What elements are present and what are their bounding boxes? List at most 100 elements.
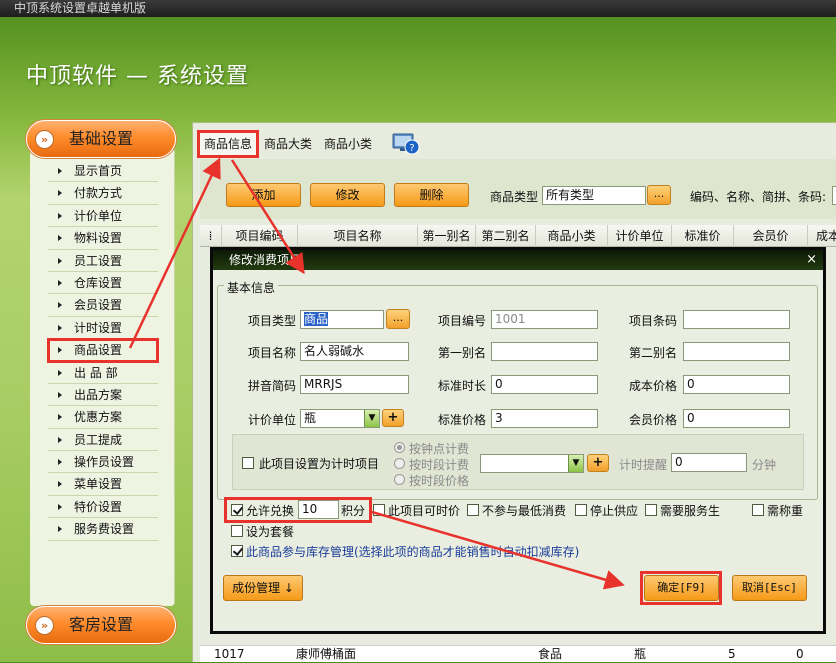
radio-hourly[interactable] xyxy=(394,442,405,453)
reminder-input[interactable]: 0 xyxy=(671,453,747,472)
sidebar-item-label: 操作员设置 xyxy=(74,455,135,470)
cost-price-input[interactable]: 0 xyxy=(683,375,790,394)
alias1-input[interactable] xyxy=(491,342,598,361)
chevron-down-icon[interactable]: ▼ xyxy=(568,455,583,472)
item-name-label: 项目名称 xyxy=(248,346,297,360)
edit-button[interactable]: 修改 xyxy=(310,183,385,207)
tab-product-category[interactable]: 商品大类 xyxy=(258,131,318,157)
triangle-right-icon xyxy=(58,168,62,174)
close-icon[interactable]: × xyxy=(806,250,817,270)
chevron-down-icon[interactable]: ▼ xyxy=(364,410,379,427)
sidebar-item-label: 计价单位 xyxy=(74,208,123,223)
sidebar-item[interactable]: 服务费设置 xyxy=(48,518,158,541)
std-duration-input[interactable]: 0 xyxy=(491,375,598,394)
alias2-input[interactable] xyxy=(683,342,790,361)
add-button[interactable]: 添加 xyxy=(226,183,301,207)
product-type-browse-button[interactable]: ... xyxy=(647,185,671,205)
barcode-label: 项目条码 xyxy=(629,314,678,328)
std-price-label: 标准价格 xyxy=(438,413,487,427)
sidebar-item[interactable]: 员工设置 xyxy=(48,250,158,272)
table-row[interactable]: 1017 康师傅桶面 食品 瓶 5 0 xyxy=(200,645,836,662)
item-name-input[interactable]: 名人弱碱水 xyxy=(300,342,409,361)
inventory-checkbox[interactable] xyxy=(231,545,243,557)
col-cost[interactable]: 成本 xyxy=(808,225,836,247)
sidebar-item[interactable]: 操作员设置 xyxy=(48,451,158,474)
col-subcategory[interactable]: 商品小类 xyxy=(536,225,608,247)
search-input[interactable] xyxy=(832,186,836,205)
col-member-price[interactable]: 会员价 xyxy=(734,225,808,247)
item-type-value: 商品 xyxy=(304,312,329,326)
unit-value: 瓶 xyxy=(304,411,317,425)
radio-hourly-label: 按钟点计费 xyxy=(409,442,470,456)
triangle-right-icon xyxy=(58,526,62,533)
col-std-price[interactable]: 标准价 xyxy=(672,225,734,247)
alias2-label: 第二别名 xyxy=(629,346,678,360)
triangle-right-icon xyxy=(58,391,62,398)
sidebar-item-label: 菜单设置 xyxy=(74,477,123,492)
stop-supply-checkbox[interactable] xyxy=(575,504,587,516)
need-service-checkbox[interactable] xyxy=(645,504,657,516)
triangle-right-icon xyxy=(58,481,62,488)
time-price-checkbox[interactable] xyxy=(373,504,385,516)
set-meal-checkbox[interactable] xyxy=(231,525,243,537)
sidebar-item[interactable]: 计时设置 xyxy=(48,317,158,340)
tab-product-info[interactable]: 商品信息 xyxy=(196,130,260,158)
sidebar-item[interactable]: 显示首页 xyxy=(48,160,158,183)
sidebar-item[interactable]: 仓库设置 xyxy=(48,272,158,295)
sidebar-item-label: 付款方式 xyxy=(74,186,123,201)
item-type-input[interactable]: 商品 xyxy=(300,310,384,329)
col-unit[interactable]: 计价单位 xyxy=(608,225,672,247)
sidebar-item[interactable]: 菜单设置 xyxy=(48,473,158,496)
cell-code: 1017 xyxy=(214,647,245,661)
highlight-allow-exchange xyxy=(224,497,372,523)
std-price-input[interactable]: 3 xyxy=(491,409,598,428)
item-type-browse-button[interactable]: ... xyxy=(386,309,410,329)
radio-period[interactable] xyxy=(394,458,405,469)
item-code-input[interactable]: 1001 xyxy=(491,310,598,329)
section-basic-settings[interactable]: » 基础设置 xyxy=(26,120,176,158)
col-alias2[interactable]: 第二别名 xyxy=(476,225,536,247)
add-timing-button[interactable]: + xyxy=(587,454,609,472)
triangle-right-icon xyxy=(58,235,62,242)
barcode-input[interactable] xyxy=(683,310,790,329)
std-duration-label: 标准时长 xyxy=(438,379,487,393)
highlight-ok-button xyxy=(640,571,722,605)
sidebar-item[interactable]: 付款方式 xyxy=(48,182,158,205)
pinyin-input[interactable]: MRRJS xyxy=(300,375,409,394)
sidebar-item[interactable]: 优惠方案 xyxy=(48,406,158,429)
sidebar-item-label: 物料设置 xyxy=(74,231,123,246)
sidebar-item[interactable]: 物料设置 xyxy=(48,227,158,250)
triangle-right-icon xyxy=(58,279,62,286)
dialog-title-bar[interactable]: 修改消费项目 × xyxy=(213,250,823,270)
col-name[interactable]: 项目名称 xyxy=(298,225,418,247)
radio-period-price[interactable] xyxy=(394,474,405,485)
unit-select[interactable]: 瓶 ▼ xyxy=(300,409,380,428)
tab-product-subcategory[interactable]: 商品小类 xyxy=(318,131,378,157)
cancel-button[interactable]: 取消[Esc] xyxy=(732,575,807,601)
col-alias1[interactable]: 第一别名 xyxy=(418,225,476,247)
sidebar-item-label: 员工设置 xyxy=(74,253,123,268)
sidebar-item[interactable]: 特价设置 xyxy=(48,496,158,519)
cell-std-price: 5 xyxy=(728,647,736,661)
need-weigh-checkbox[interactable] xyxy=(752,504,764,516)
member-price-input[interactable]: 0 xyxy=(683,409,790,428)
timing-item-checkbox[interactable] xyxy=(242,457,254,469)
section-room-settings[interactable]: » 客房设置 xyxy=(26,606,176,644)
cell-member-price: 0 xyxy=(796,647,804,661)
col-code[interactable]: 项目编码 xyxy=(222,225,298,247)
sidebar-item[interactable]: 出 品 部 xyxy=(48,362,158,384)
delete-button[interactable]: 删除 xyxy=(394,183,469,207)
sidebar-item[interactable]: 出品方案 xyxy=(48,384,158,407)
no-min-checkbox[interactable] xyxy=(467,504,479,516)
timing-scheme-select[interactable]: ▼ xyxy=(480,454,584,473)
help-monitor-icon[interactable]: ? xyxy=(392,133,420,155)
sidebar-item[interactable]: 员工提成 xyxy=(48,429,158,452)
sidebar-item[interactable]: 会员设置 xyxy=(48,294,158,317)
add-unit-button[interactable]: + xyxy=(382,409,404,427)
product-type-input[interactable]: 所有类型 xyxy=(542,186,646,205)
need-service-label: 需要服务生 xyxy=(660,504,721,518)
component-management-button[interactable]: 成份管理 ↓ xyxy=(223,575,303,601)
sidebar-item[interactable]: 商品设置 xyxy=(47,338,159,363)
triangle-right-icon xyxy=(58,503,62,510)
sidebar-item[interactable]: 计价单位 xyxy=(48,205,158,228)
